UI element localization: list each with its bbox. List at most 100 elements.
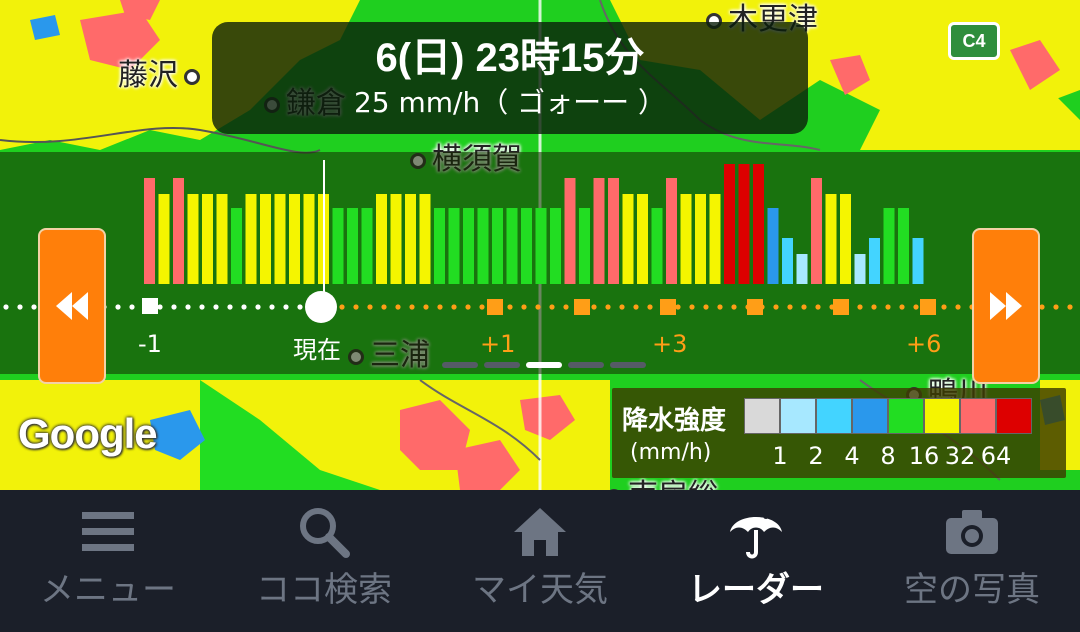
timeline-dot [129, 304, 135, 310]
precipitation-bar [782, 238, 793, 284]
precipitation-bar [144, 178, 155, 284]
precipitation-bar [434, 208, 445, 284]
timeline-dot [871, 304, 877, 310]
home-icon [514, 508, 566, 556]
timeline-track[interactable] [3, 299, 1073, 315]
precipitation-bar [506, 208, 518, 284]
timeline-dot [269, 304, 275, 310]
timeline-slider-handle[interactable] [305, 291, 337, 323]
precipitation-bar [666, 178, 677, 284]
bottom-navigation: メニュー ココ検索 マイ天気 レーダー 空の写真 [0, 490, 1080, 632]
legend-value: 8 [880, 442, 896, 470]
timeline-label-plus1: +1 [480, 330, 516, 358]
timeline-dot [437, 304, 443, 310]
legend-title: 降水強度 [622, 406, 727, 436]
timeline-label-plus6: +6 [906, 330, 942, 358]
timeline-hour-marker [833, 299, 849, 315]
precipitation-bar [637, 194, 648, 284]
precipitation-bar [796, 254, 808, 284]
precipitation-bar [825, 194, 837, 284]
timeline-dot [885, 304, 891, 310]
timeline-dot [605, 304, 611, 310]
precipitation-bar [883, 208, 895, 284]
precipitation-bar [608, 178, 619, 284]
precipitation-bar [724, 164, 735, 284]
camera-icon [946, 510, 998, 554]
timeline-dot [815, 304, 821, 310]
timeline-dot [241, 304, 247, 310]
legend-swatch [816, 398, 852, 434]
timeline-dot [913, 304, 919, 310]
precipitation-bar [274, 194, 286, 284]
fast-forward-button[interactable] [972, 228, 1040, 384]
legend-swatch [960, 398, 996, 434]
precipitation-bar [158, 194, 170, 284]
timeline-dot [297, 304, 303, 310]
nav-sky-photos[interactable]: 空の写真 [864, 490, 1080, 632]
precipitation-bars [144, 164, 924, 284]
timeline-dot [255, 304, 261, 310]
timeline-dot [675, 304, 681, 310]
place-name-fujisawa: 藤沢 [118, 58, 178, 93]
nav-search[interactable]: ココ検索 [216, 490, 432, 632]
timeline-hour-marker [747, 299, 763, 315]
page-indicator[interactable] [442, 362, 478, 368]
legend-swatch [852, 398, 888, 434]
timeline-hour-marker [920, 299, 936, 315]
legend-swatch [996, 398, 1032, 434]
place-marker [184, 68, 200, 85]
timeline-dot [647, 304, 653, 310]
timeline-dot [899, 304, 905, 310]
timeline-dot [227, 304, 233, 310]
timeline-dot [171, 304, 177, 310]
precipitation-bar [173, 178, 184, 284]
page-indicator[interactable] [568, 362, 604, 368]
timeline-dot [801, 304, 807, 310]
timeline-dot [507, 304, 513, 310]
precipitation-bar [492, 208, 503, 284]
precipitation-bar [521, 208, 532, 284]
precipitation-bar [216, 194, 228, 284]
timeline-label-minus1: -1 [138, 330, 162, 358]
page-indicator[interactable] [610, 362, 646, 368]
precipitation-bar [303, 194, 315, 284]
timeline-dot [283, 304, 289, 310]
page-indicator[interactable] [484, 362, 520, 368]
timeline-dot [717, 304, 723, 310]
page-indicator-active[interactable] [526, 362, 562, 368]
timeline-dot [199, 304, 205, 310]
legend-value: 4 [844, 442, 860, 470]
nav-radar[interactable]: レーダー [648, 490, 864, 632]
precipitation-bar [912, 238, 924, 284]
precipitation-bar [463, 208, 474, 284]
nav-my-weather[interactable]: マイ天気 [432, 490, 648, 632]
nav-label: レーダー [688, 570, 824, 610]
precipitation-bar [579, 208, 590, 284]
timeline-dot [479, 304, 485, 310]
precipitation-bar [695, 194, 706, 284]
umbrella-rain-icon [730, 511, 782, 559]
timeline-dot [339, 304, 345, 310]
precipitation-bar [811, 178, 822, 284]
precipitation-legend: 降水強度 (mm/h) 1 2 4 8 16 32 64 [612, 388, 1066, 478]
timeline-hour-marker [574, 299, 590, 315]
timeline-dot [955, 304, 961, 310]
precipitation-bar [593, 178, 605, 284]
legend-swatch [744, 398, 780, 434]
timeline-dot [549, 304, 555, 310]
precipitation-bar [564, 178, 576, 284]
timeline-dot [423, 304, 429, 310]
google-logo: Google [18, 410, 158, 457]
precipitation-bar [405, 194, 416, 284]
nav-menu[interactable]: メニュー [0, 490, 216, 632]
precipitation-bar [361, 208, 373, 284]
rewind-button[interactable] [38, 228, 106, 384]
timeline-dot [535, 304, 541, 310]
timeline-dot [703, 304, 709, 310]
timeline-dot [633, 304, 639, 310]
timeline-dot [1067, 304, 1073, 310]
legend-value: 16 [908, 442, 940, 470]
precipitation-bar [448, 208, 460, 284]
precipitation-bar [376, 194, 387, 284]
timeline-dot [521, 304, 527, 310]
